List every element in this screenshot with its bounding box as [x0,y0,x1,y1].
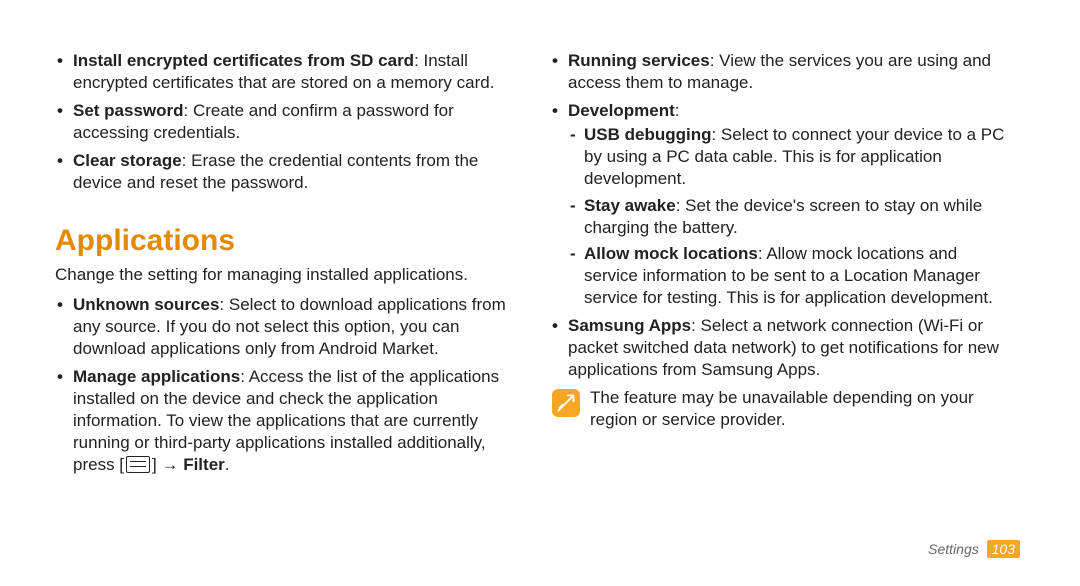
item-desc-end: . [225,455,230,474]
list-item: USB debugging: Select to connect your de… [568,124,1005,190]
list-item: Stay awake: Set the device's screen to s… [568,195,1005,239]
list-item: Set password: Create and confirm a passw… [55,100,510,144]
item-title: Manage applications [73,367,240,386]
applications-list: Unknown sources: Select to download appl… [55,294,510,477]
item-title: Development [568,101,675,120]
item-title: Samsung Apps [568,316,691,335]
page-footer: Settings 103 [928,540,1020,558]
left-column: Install encrypted certificates from SD c… [55,50,510,546]
footer-page-number: 103 [987,540,1020,558]
menu-icon [126,456,150,473]
note-icon [552,389,580,417]
item-desc: : [675,101,680,120]
list-item: Clear storage: Erase the credential cont… [55,150,510,194]
applications-intro: Change the setting for managing installe… [55,264,510,286]
item-title: Clear storage [73,151,182,170]
list-item: Unknown sources: Select to download appl… [55,294,510,360]
list-item: Running services: View the services you … [550,50,1005,94]
applications-heading: Applications [55,221,510,260]
development-sublist: USB debugging: Select to connect your de… [568,124,1005,309]
list-item: Allow mock locations: Allow mock locatio… [568,243,1005,309]
item-title: Stay awake [584,196,676,215]
item-title: Set password [73,101,184,120]
right-column: Running services: View the services you … [550,50,1005,546]
item-title: USB debugging [584,125,711,144]
footer-section: Settings [928,541,979,557]
filter-label: Filter [183,455,225,474]
item-title: Allow mock locations [584,244,758,263]
item-title: Install encrypted certificates from SD c… [73,51,414,70]
list-item: Install encrypted certificates from SD c… [55,50,510,94]
list-item: Manage applications: Access the list of … [55,366,510,476]
right-list: Running services: View the services you … [550,50,1005,381]
note-text: The feature may be unavailable depending… [590,387,1005,431]
document-page: Install encrypted certificates from SD c… [0,0,1080,586]
item-title: Unknown sources [73,295,219,314]
item-desc-post: ] → [152,455,183,474]
item-title: Running services [568,51,710,70]
note-row: The feature may be unavailable depending… [552,387,1005,431]
list-item: Development: USB debugging: Select to co… [550,100,1005,309]
credentials-list: Install encrypted certificates from SD c… [55,50,510,195]
list-item: Samsung Apps: Select a network connectio… [550,315,1005,381]
